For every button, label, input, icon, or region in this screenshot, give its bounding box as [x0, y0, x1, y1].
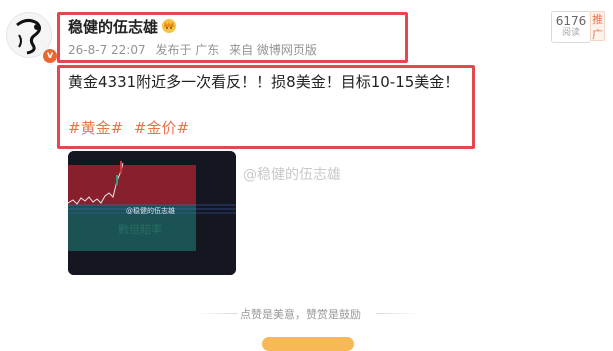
svg-text:數倍賠率: 數倍賠率: [118, 222, 162, 236]
verified-badge-icon: v: [42, 48, 58, 64]
tag-gold[interactable]: #黄金#: [68, 119, 123, 137]
image-watermark-outer: @稳健的伍志雄: [243, 167, 341, 183]
read-label: 阅读: [561, 28, 580, 38]
reward-tip: 点赞是美意，赞赏是鼓励: [240, 308, 361, 321]
read-count: 6176: [555, 14, 587, 28]
chart-image: @稳健的伍志雄 數倍賠率: [68, 151, 236, 275]
promote-button[interactable]: 推广: [590, 11, 605, 41]
image-watermark: @稳健的伍志雄: [126, 206, 175, 215]
highlight-box-header: [57, 12, 408, 63]
post-tags: #黄金# #金价#: [68, 117, 195, 138]
post-text: 黄金4331附近多一次看反！！损8美金！目标10-15美金！: [68, 73, 460, 91]
post-image[interactable]: @稳健的伍志雄 數倍賠率: [68, 151, 236, 275]
divider-right: [376, 313, 418, 314]
tag-gold-price[interactable]: #金价#: [134, 119, 189, 137]
reward-button[interactable]: [262, 337, 354, 351]
read-count-box: 6176 阅读: [551, 11, 591, 43]
divider-left: [196, 313, 238, 314]
